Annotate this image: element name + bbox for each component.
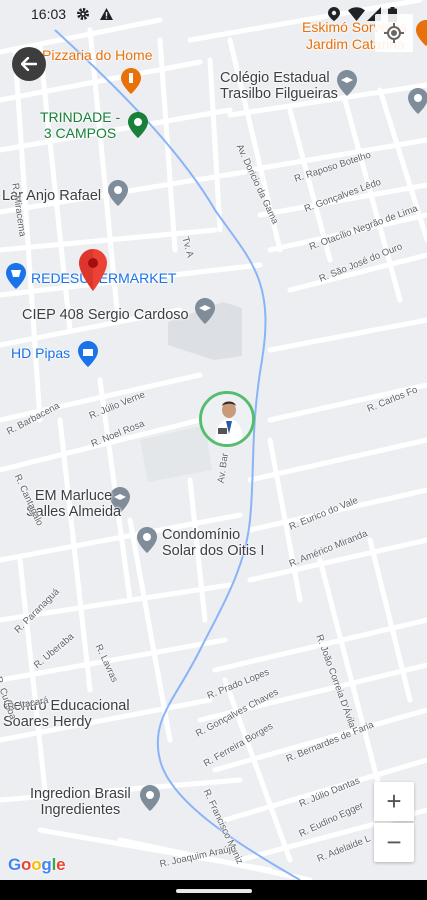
status-bar: 16:03 (0, 0, 427, 28)
zoom-in-button[interactable]: + (374, 782, 414, 821)
google-logo-letter: G (8, 855, 22, 874)
wifi-icon (348, 7, 365, 21)
navigation-bar (0, 880, 427, 900)
map-label-pizzaria-do-home[interactable]: Pizzaria do Home (42, 47, 153, 64)
location-status-icon (328, 7, 340, 21)
status-time: 16:03 (31, 6, 67, 22)
google-logo-letter: o (21, 855, 32, 874)
arrow-left-icon (21, 57, 37, 71)
map-label-colegio-estadual[interactable]: Colégio Estadual Trasilbo Filgueiras (220, 70, 338, 102)
google-logo-letter: o (31, 855, 42, 874)
home-gesture-handle[interactable] (176, 889, 252, 893)
my-location-icon (384, 23, 404, 43)
my-location-button[interactable] (375, 14, 413, 52)
map-label-ingredion-brasil[interactable]: Ingredion Brasil Ingredientes (30, 786, 131, 818)
map-label-hd-pipas[interactable]: HD Pipas (11, 345, 70, 362)
google-logo: Google (8, 855, 66, 875)
google-logo-letter: g (41, 855, 52, 874)
map-label-trindade-3-campos[interactable]: TRINDADE - 3 CAMPOS (40, 109, 120, 141)
settings-gear-icon (77, 8, 89, 20)
back-button[interactable] (12, 47, 46, 81)
map-label-ciep-408[interactable]: CIEP 408 Sergio Cardoso (22, 307, 189, 323)
google-logo-letter: e (56, 855, 66, 874)
person-icon (202, 394, 252, 444)
red-map-marker-icon[interactable] (79, 249, 107, 291)
user-avatar-marker[interactable] (199, 391, 255, 447)
app-screen: Eskimó Sorvetes Jardim Catarina Pizzaria d… (0, 0, 427, 900)
warning-icon (100, 8, 113, 20)
map-label-condominio-solar[interactable]: Condomínio Solar dos Oitis I (162, 527, 264, 559)
zoom-out-button[interactable]: − (374, 823, 414, 862)
